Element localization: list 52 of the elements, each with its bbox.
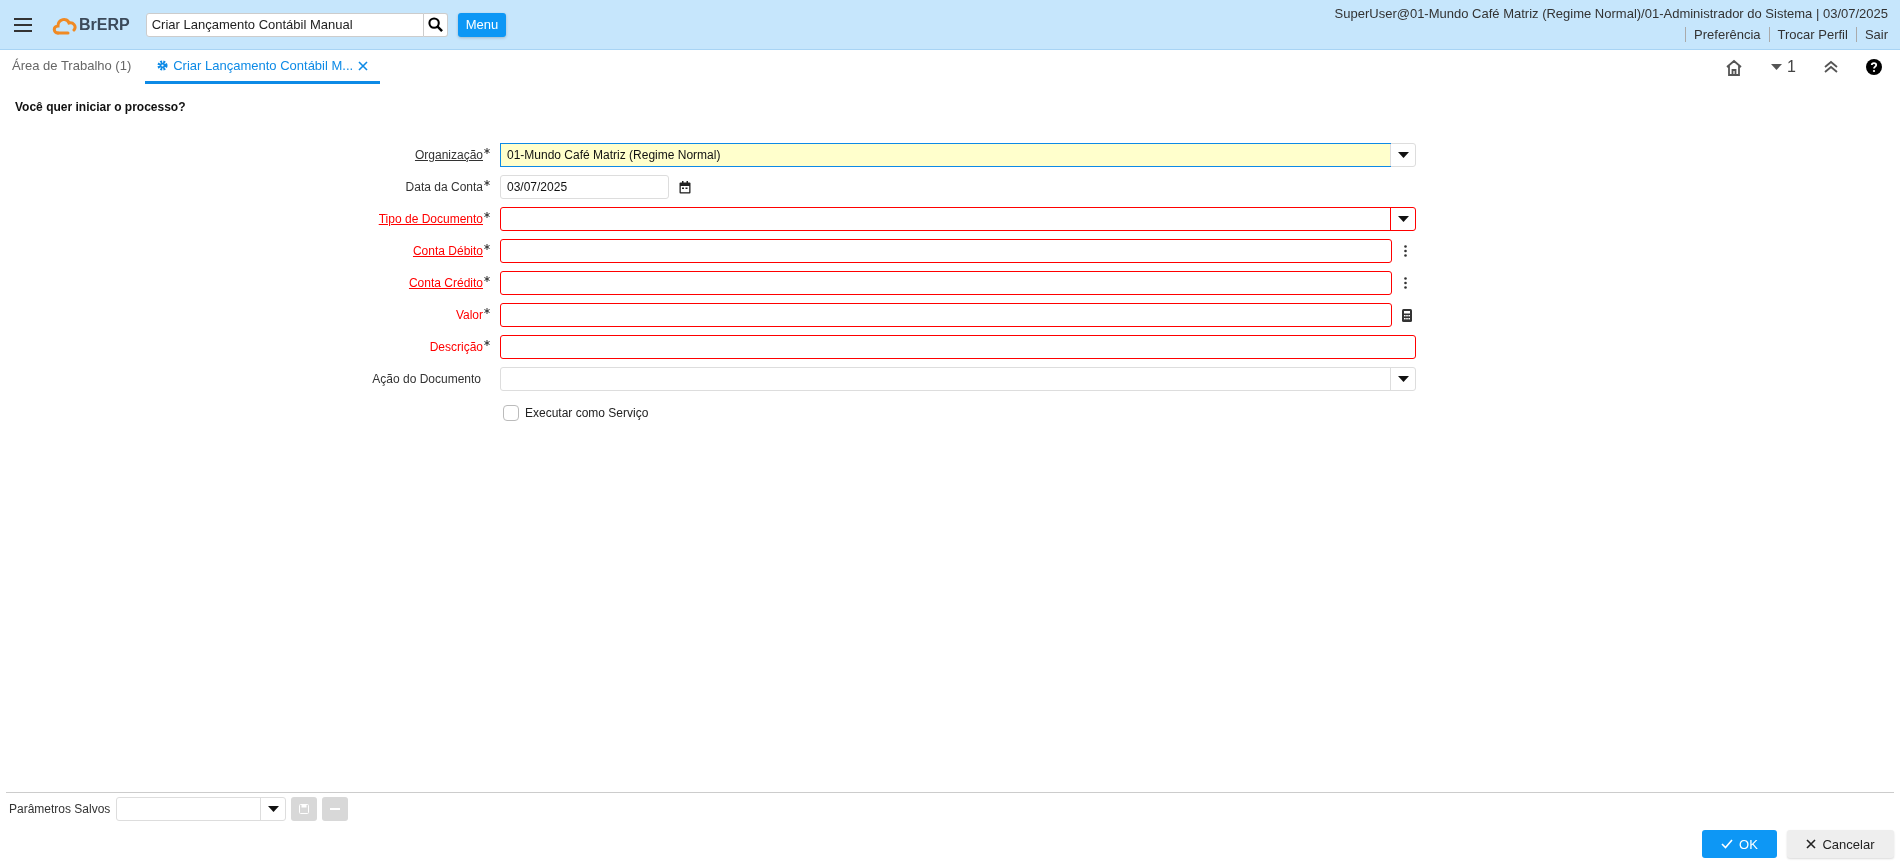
input-field[interactable]: 03/07/2025 (500, 175, 669, 199)
window-count: 1 (1787, 58, 1796, 76)
header-link[interactable]: Trocar Perfil (1768, 27, 1848, 42)
home-icon[interactable] (1725, 58, 1744, 76)
field-label: Data da Conta (405, 179, 483, 195)
calendar-icon[interactable] (679, 180, 691, 194)
input-field[interactable] (500, 335, 1416, 359)
search-icon (427, 17, 443, 32)
dropdown-field[interactable]: 01-Mundo Café Matriz (Regime Normal) (500, 143, 1416, 167)
logo-text: BrERP (79, 15, 130, 34)
checkbox[interactable] (503, 405, 519, 421)
more-options-icon[interactable] (1404, 277, 1407, 289)
field-label[interactable]: Conta Débito (412, 243, 483, 259)
field-label: Descrição (429, 339, 483, 355)
field-label[interactable]: Tipo de Documento (378, 211, 483, 227)
menu-icon[interactable] (14, 17, 32, 32)
user-info: SuperUser@01-Mundo Café Matriz (Regime Normal)/01-Administrador do Sistema | 03/07/2025 (1334, 6, 1888, 21)
header-link[interactable]: Sair (1855, 27, 1888, 42)
close-icon (1806, 839, 1817, 849)
field-label: Ação do Documento (372, 371, 481, 387)
help-icon[interactable] (1866, 59, 1882, 75)
collapse-icon[interactable] (1824, 60, 1838, 74)
input-field[interactable] (500, 303, 1392, 327)
caret-icon[interactable] (267, 806, 279, 812)
caret-icon[interactable] (1397, 152, 1409, 158)
gear-icon (157, 60, 169, 71)
caret-icon[interactable] (1397, 376, 1409, 382)
minus-icon (330, 808, 341, 810)
close-icon[interactable] (358, 60, 369, 71)
prompt-text: Você quer iniciar o processo? (14, 99, 187, 114)
more-options-icon[interactable] (1404, 245, 1407, 257)
checkbox-label[interactable]: Executar como Serviço (525, 406, 649, 420)
checkmark-icon (1721, 839, 1734, 849)
field-label: Valor (455, 307, 483, 323)
tab[interactable]: Criar Lançamento Contábil M... (145, 50, 381, 84)
search-field[interactable]: Criar Lançamento Contábil Manual (145, 12, 424, 37)
saved-parameters-label: Parâmetros Salvos (9, 802, 111, 816)
field-label[interactable]: Conta Crédito (408, 275, 483, 291)
cancel-button[interactable]: Cancelar (1787, 830, 1894, 858)
caret-icon[interactable] (1771, 63, 1783, 71)
input-field[interactable] (500, 271, 1392, 295)
calculator-icon[interactable] (1402, 308, 1412, 322)
header-link[interactable]: Preferência (1685, 27, 1761, 42)
caret-icon[interactable] (1397, 216, 1409, 222)
save-icon (299, 804, 310, 814)
input-field[interactable] (500, 239, 1392, 263)
tab-label: Criar Lançamento Contábil M... (173, 58, 354, 73)
dropdown-field[interactable] (500, 207, 1416, 231)
tab[interactable]: Área de Trabalho (1) (0, 50, 144, 84)
field-label[interactable]: Organização (414, 147, 483, 163)
tab-label: Área de Trabalho (1) (12, 58, 132, 73)
search-button[interactable] (423, 12, 448, 37)
